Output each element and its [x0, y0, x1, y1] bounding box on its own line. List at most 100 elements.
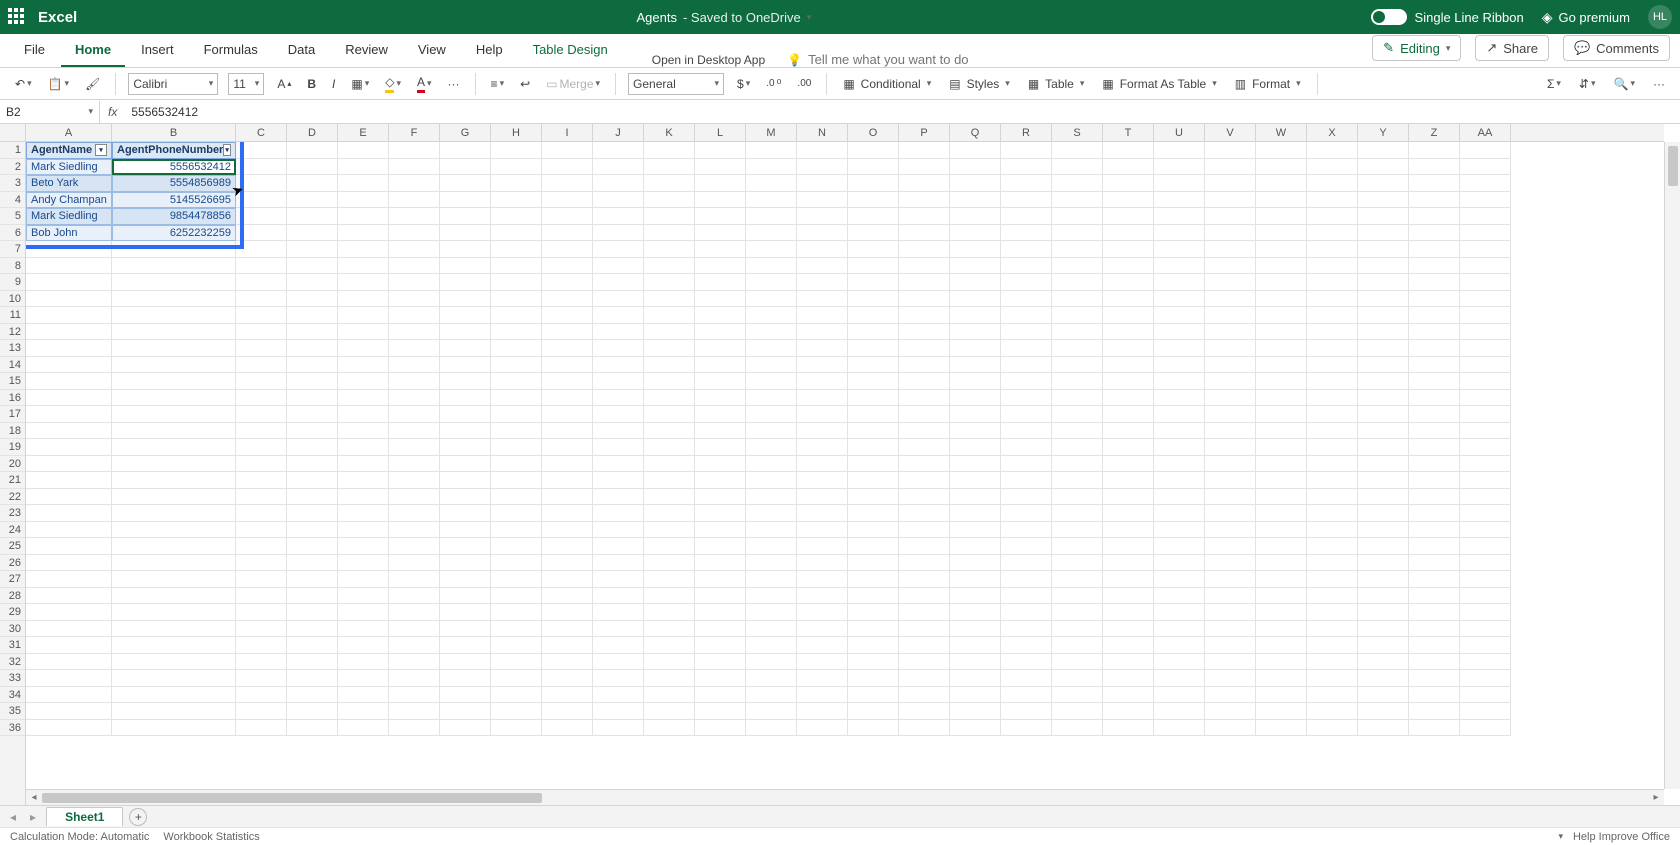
tab-data[interactable]: Data [274, 36, 329, 67]
comments-button[interactable]: 💬 Comments [1563, 35, 1670, 61]
col-header-P[interactable]: P [899, 124, 950, 141]
spreadsheet-grid[interactable]: ABCDEFGHIJKLMNOPQRSTUVWXYZAA 12345678910… [0, 124, 1680, 805]
table-cell[interactable]: 6252232259 [112, 225, 236, 242]
hscroll-left-arrow[interactable]: ◂ [26, 792, 42, 803]
table-cell[interactable]: 5554856989 [112, 175, 236, 192]
tab-insert[interactable]: Insert [127, 36, 188, 67]
table-cell[interactable]: Beto Yark [26, 175, 112, 192]
row-header-24[interactable]: 24 [0, 522, 25, 539]
tab-view[interactable]: View [404, 36, 460, 67]
format-button[interactable]: ▥Format▾ [1231, 75, 1305, 93]
help-improve-label[interactable]: Help Improve Office [1573, 831, 1670, 843]
tell-me-input[interactable] [808, 52, 998, 67]
name-box[interactable]: B2▾ [0, 101, 100, 123]
find-button[interactable]: 🔍▾ [1611, 75, 1638, 93]
table-header[interactable]: AgentName▾ [26, 142, 112, 159]
font-name-select[interactable]: Calibri▾ [128, 73, 218, 95]
calc-mode-label[interactable]: Calculation Mode: Automatic [10, 831, 149, 843]
tab-review[interactable]: Review [331, 36, 402, 67]
editing-mode-button[interactable]: ✎ Editing ▾ [1372, 35, 1461, 61]
col-header-M[interactable]: M [746, 124, 797, 141]
vertical-scrollbar[interactable] [1664, 142, 1680, 789]
more-font-button[interactable]: ··· [445, 75, 463, 93]
row-header-15[interactable]: 15 [0, 373, 25, 390]
table-header[interactable]: AgentPhoneNumber▾ [112, 142, 236, 159]
format-painter-button[interactable]: 🖌 [82, 75, 103, 93]
workbook-stats-label[interactable]: Workbook Statistics [163, 831, 259, 843]
data-table[interactable]: AgentName▾AgentPhoneNumber▾Mark Siedling… [26, 142, 236, 241]
open-in-desktop-button[interactable]: Open in Desktop App [652, 53, 765, 67]
col-header-U[interactable]: U [1154, 124, 1205, 141]
user-avatar[interactable]: HL [1648, 5, 1672, 29]
col-header-J[interactable]: J [593, 124, 644, 141]
col-header-S[interactable]: S [1052, 124, 1103, 141]
filter-icon[interactable]: ▾ [223, 144, 231, 156]
go-premium-button[interactable]: ◈ Go premium [1542, 9, 1630, 26]
col-header-Y[interactable]: Y [1358, 124, 1409, 141]
hscroll-right-arrow[interactable]: ▸ [1648, 792, 1664, 803]
row-header-35[interactable]: 35 [0, 703, 25, 720]
col-header-W[interactable]: W [1256, 124, 1307, 141]
single-line-ribbon-toggle[interactable]: Single Line Ribbon [1371, 9, 1524, 25]
col-header-H[interactable]: H [491, 124, 542, 141]
align-button[interactable]: ≡▾ [488, 75, 508, 93]
table-cell[interactable]: Mark Siedling [26, 208, 112, 225]
increase-decimal-button[interactable]: .0⁰ [763, 75, 784, 93]
sort-filter-button[interactable]: ⇵▾ [1576, 75, 1599, 93]
row-header-29[interactable]: 29 [0, 604, 25, 621]
more-commands-button[interactable]: ··· [1650, 75, 1668, 93]
col-header-E[interactable]: E [338, 124, 389, 141]
row-header-6[interactable]: 6 [0, 225, 25, 242]
col-header-I[interactable]: I [542, 124, 593, 141]
autosum-button[interactable]: Σ▾ [1544, 75, 1564, 93]
col-header-G[interactable]: G [440, 124, 491, 141]
row-header-14[interactable]: 14 [0, 357, 25, 374]
col-header-V[interactable]: V [1205, 124, 1256, 141]
paste-button[interactable]: 📋▾ [45, 75, 72, 93]
col-header-F[interactable]: F [389, 124, 440, 141]
bold-button[interactable]: B [304, 75, 319, 93]
column-headers[interactable]: ABCDEFGHIJKLMNOPQRSTUVWXYZAA [26, 124, 1664, 142]
share-button[interactable]: ↗ Share [1475, 35, 1549, 61]
vscroll-thumb[interactable] [1668, 146, 1678, 186]
row-header-19[interactable]: 19 [0, 439, 25, 456]
table-button[interactable]: ▦Table▾ [1024, 75, 1089, 93]
row-header-18[interactable]: 18 [0, 423, 25, 440]
accounting-format-button[interactable]: $▾ [734, 75, 753, 93]
col-header-A[interactable]: A [26, 124, 112, 141]
row-header-23[interactable]: 23 [0, 505, 25, 522]
row-header-25[interactable]: 25 [0, 538, 25, 555]
row-header-11[interactable]: 11 [0, 307, 25, 324]
row-header-4[interactable]: 4 [0, 192, 25, 209]
hscroll-thumb[interactable] [42, 793, 542, 803]
fx-icon[interactable]: fx [100, 105, 125, 119]
col-header-X[interactable]: X [1307, 124, 1358, 141]
undo-button[interactable]: ↶▾ [12, 75, 35, 93]
wrap-text-button[interactable]: ↩ [517, 75, 533, 93]
horizontal-scrollbar[interactable]: ◂ ▸ [26, 789, 1664, 805]
tab-help[interactable]: Help [462, 36, 517, 67]
col-header-D[interactable]: D [287, 124, 338, 141]
row-header-5[interactable]: 5 [0, 208, 25, 225]
table-cell[interactable]: 5556532412 [112, 159, 236, 176]
row-header-1[interactable]: 1 [0, 142, 25, 159]
tab-file[interactable]: File [10, 36, 59, 67]
select-all-corner[interactable] [0, 124, 26, 142]
status-chevron-icon[interactable]: ▾ [1558, 831, 1563, 842]
col-header-T[interactable]: T [1103, 124, 1154, 141]
col-header-AA[interactable]: AA [1460, 124, 1511, 141]
tell-me-search[interactable]: 💡 [787, 52, 998, 67]
row-header-13[interactable]: 13 [0, 340, 25, 357]
row-header-36[interactable]: 36 [0, 720, 25, 737]
row-headers[interactable]: 1234567891011121314151617181920212223242… [0, 142, 26, 805]
row-header-8[interactable]: 8 [0, 258, 25, 275]
italic-button[interactable]: I [329, 75, 338, 93]
row-header-27[interactable]: 27 [0, 571, 25, 588]
format-as-table-button[interactable]: ▦Format As Table▾ [1098, 75, 1220, 93]
table-cell[interactable]: Mark Siedling [26, 159, 112, 176]
tab-home[interactable]: Home [61, 36, 125, 67]
col-header-K[interactable]: K [644, 124, 695, 141]
row-header-20[interactable]: 20 [0, 456, 25, 473]
col-header-Z[interactable]: Z [1409, 124, 1460, 141]
tab-formulas[interactable]: Formulas [190, 36, 272, 67]
